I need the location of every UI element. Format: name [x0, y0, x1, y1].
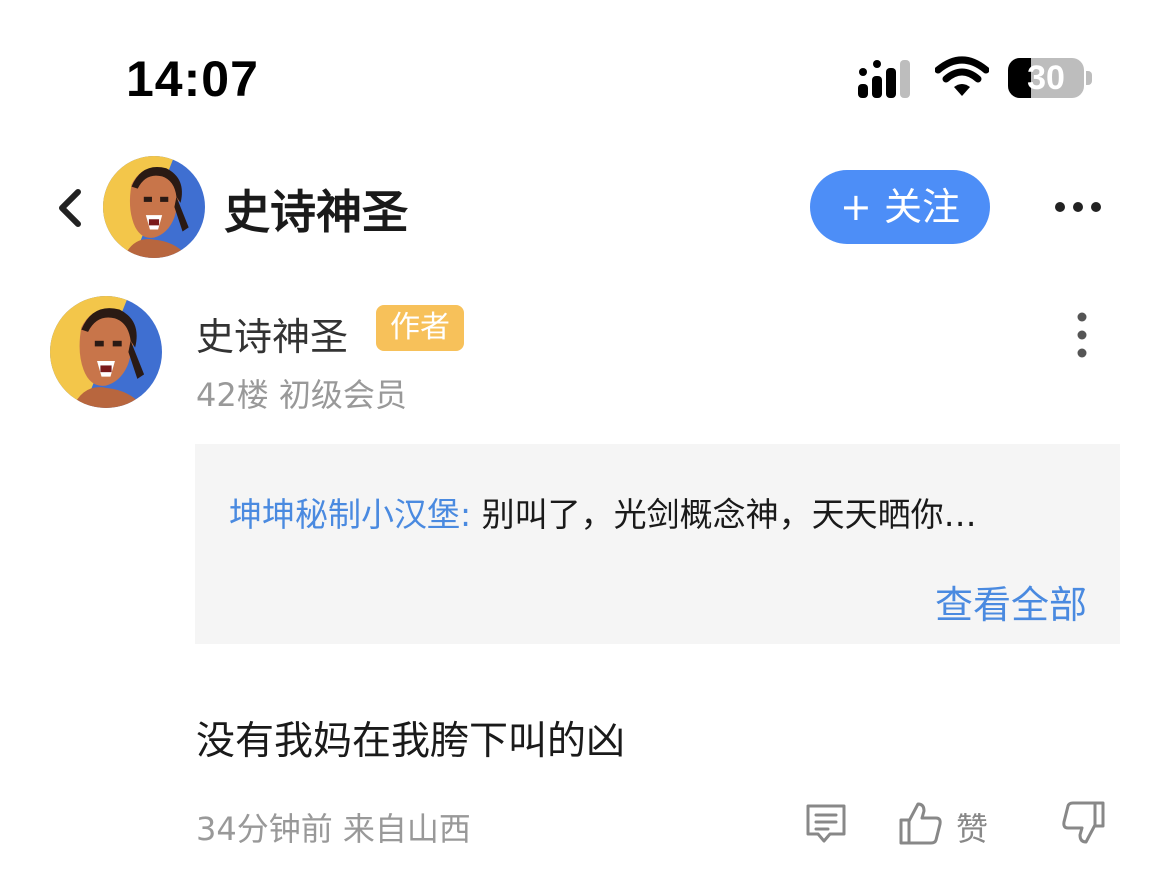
avatar[interactable]: [103, 156, 205, 258]
post-floor-meta: 42楼 初级会员: [196, 376, 407, 414]
more-vertical-icon[interactable]: [1066, 310, 1098, 360]
chevron-left-icon[interactable]: [52, 186, 88, 230]
post-author-name[interactable]: 史诗神圣: [196, 306, 348, 361]
quote-author-name[interactable]: 坤坤秘制小汉堡:: [229, 495, 471, 534]
like-button[interactable]: 赞: [898, 800, 998, 848]
like-label: 赞: [956, 810, 989, 848]
post-body: 没有我妈在我胯下叫的凶: [196, 719, 626, 764]
follow-button[interactable]: + 关注: [810, 170, 990, 244]
status-time: 14:07: [126, 51, 259, 107]
quote-line: 坤坤秘制小汉堡: 别叫了，光剑概念神，天天晒你…: [229, 488, 977, 536]
view-all-link[interactable]: 查看全部: [935, 574, 1087, 629]
thumbs-up-icon: [899, 802, 942, 845]
signal-icon: [858, 60, 910, 98]
thumbs-down-icon[interactable]: [1058, 800, 1106, 846]
quoted-reply[interactable]: 坤坤秘制小汉堡: 别叫了，光剑概念神，天天晒你… 查看全部: [195, 444, 1120, 644]
post-time-location: 34分钟前 来自山西: [196, 810, 471, 848]
wifi-icon: [935, 56, 989, 96]
header-username[interactable]: 史诗神圣: [224, 176, 408, 242]
comment-icon[interactable]: [804, 802, 848, 844]
more-horizontal-icon[interactable]: [1050, 192, 1106, 222]
battery-icon: 30: [1008, 58, 1092, 98]
post-author-avatar[interactable]: [50, 296, 162, 408]
battery-level: 30: [1027, 59, 1065, 97]
quote-text: 别叫了，光剑概念神，天天晒你…: [481, 495, 977, 534]
author-badge: 作者: [376, 305, 464, 351]
